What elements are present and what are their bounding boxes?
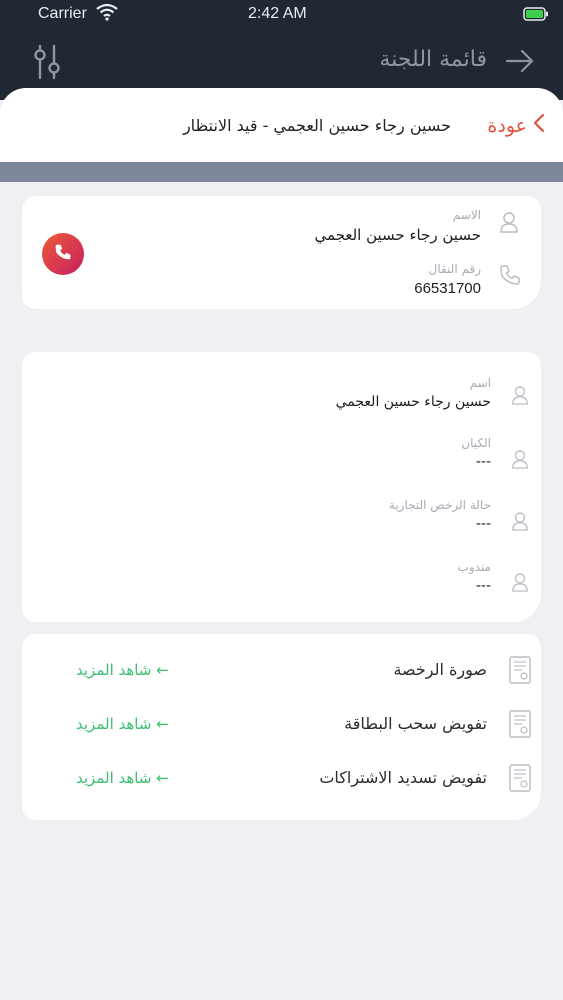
status-bar: Carrier 2:42 AM [0,0,563,30]
document-row[interactable]: تفويض سحب البطاقة شاهد المزيد ← [22,706,541,746]
document-name: تفويض تسديد الاشتراكات [319,768,487,787]
arrow-right-icon[interactable] [505,48,535,78]
header-card: عودة حسين رجاء حسين العجمي - قيد الانتظا… [0,88,563,162]
header-divider [0,162,563,182]
contact-phone-value: 66531700 [414,280,481,297]
call-button[interactable] [42,233,84,275]
document-icon [509,710,531,742]
contact-name-value: حسين رجاء حسين العجمي [314,226,481,244]
contact-name-label: الاسم [452,208,481,222]
document-name: تفويض سحب البطاقة [344,714,487,733]
phone-icon [499,264,521,290]
contact-phone-field: رقم النقال 66531700 [414,262,481,297]
person-icon [511,572,529,596]
see-more-link[interactable]: شاهد المزيد ← [76,661,169,679]
contact-card: الاسم حسين رجاء حسين العجمي رقم النقال 6… [22,196,541,309]
document-row[interactable]: تفويض تسديد الاشتراكات شاهد المزيد ← [22,760,541,800]
header-title: حسين رجاء حسين العجمي - قيد الانتظار [182,116,451,135]
top-bar: Carrier 2:42 AM قائمة اللجنة [0,0,563,100]
detail-label: مندوب [457,560,491,574]
detail-field: اسم حسين رجاء حسين العجمي [336,376,491,410]
detail-field: الكيان --- [461,436,491,470]
phone-icon [54,243,72,265]
contact-phone-label: رقم النقال [428,262,481,276]
detail-field: حالة الرخص التجارية --- [389,498,491,532]
back-button[interactable]: عودة [487,113,545,138]
detail-label: اسم [469,376,491,390]
document-row[interactable]: صورة الرخصة شاهد المزيد ← [22,652,541,692]
battery-icon [523,6,549,25]
document-name: صورة الرخصة [393,660,487,679]
filter-icon[interactable] [32,44,62,84]
detail-field: مندوب --- [458,560,491,594]
carrier-label: Carrier [38,5,87,22]
detail-label: الكيان [461,436,491,450]
nav-title: قائمة اللجنة [379,47,487,72]
status-time: 2:42 AM [248,5,307,22]
detail-label: حالة الرخص التجارية [388,498,491,512]
document-icon [509,764,531,796]
person-icon [499,211,519,237]
person-icon [511,385,529,409]
detail-value: حسين رجاء حسين العجمي [335,394,491,410]
detail-value: --- [475,454,491,470]
see-more-link[interactable]: شاهد المزيد ← [76,715,169,733]
detail-value: --- [475,578,491,594]
wifi-icon [96,3,118,25]
detail-value: --- [475,516,491,532]
details-card: اسم حسين رجاء حسين العجمي الكيان --- حال… [22,352,541,622]
person-icon [511,449,529,473]
contact-name-field: الاسم حسين رجاء حسين العجمي [315,208,481,244]
see-more-link[interactable]: شاهد المزيد ← [76,769,169,787]
documents-card: صورة الرخصة شاهد المزيد ← تفويض سحب البط… [22,634,541,820]
document-icon [509,656,531,688]
back-label: عودة [487,114,527,137]
chevron-left-icon [533,113,545,138]
person-icon [511,511,529,535]
